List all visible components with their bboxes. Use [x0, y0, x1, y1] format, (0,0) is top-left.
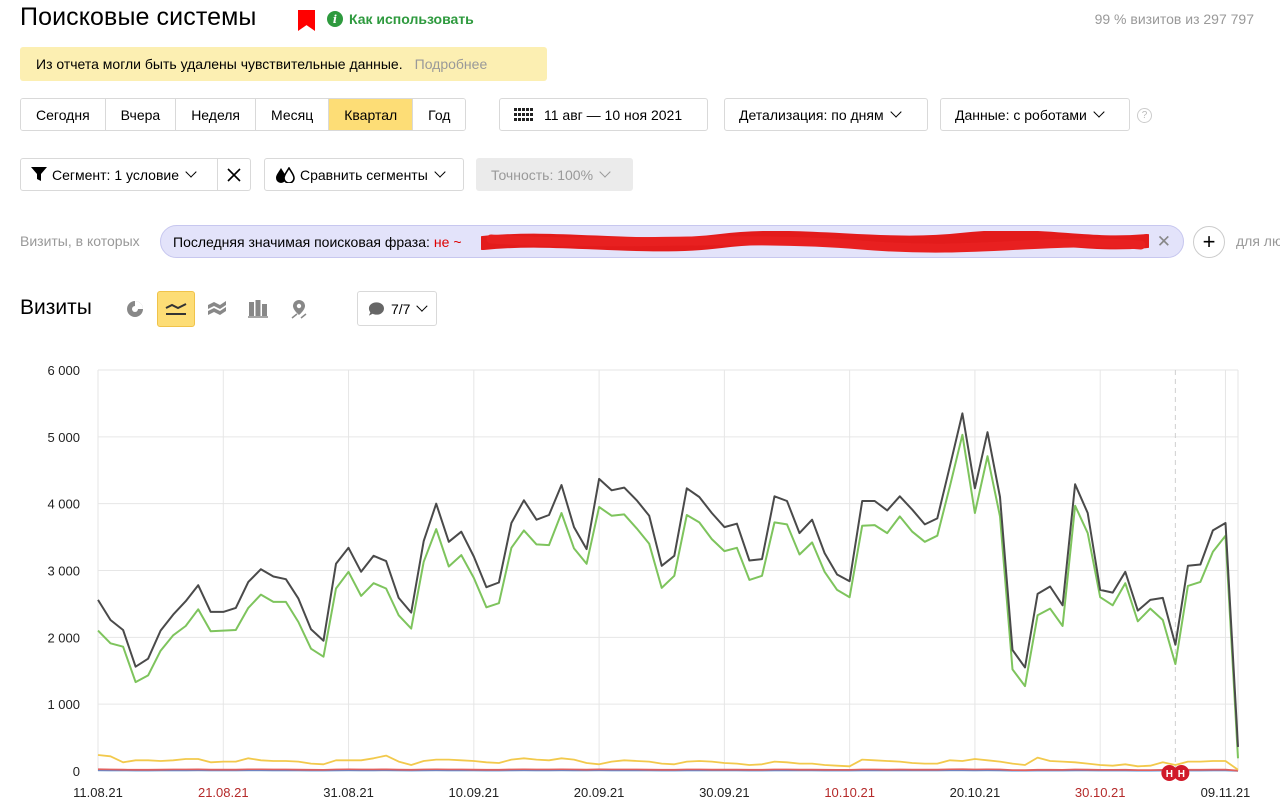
- visits-line-chart: 0 1 000 2 000 3 000 4 000 5 000 6 000 11.08.21 2…: [47, 363, 1251, 800]
- accuracy-label: Точность: 100%: [491, 166, 594, 183]
- how-to-use-link[interactable]: i Как использовать: [327, 11, 474, 27]
- notice-text: Из отчета могли быть удалены чувствитель…: [36, 56, 403, 72]
- clear-segment-button[interactable]: [218, 158, 251, 191]
- x-tick-label: 20.10.21: [950, 785, 1001, 800]
- y-tick-label: 5 000: [47, 430, 80, 445]
- chevron-down-icon: [434, 166, 446, 178]
- map-icon[interactable]: [280, 291, 318, 327]
- period-year[interactable]: Год: [413, 99, 466, 130]
- date-range-button[interactable]: 11 авг — 10 ноя 2021: [499, 98, 708, 131]
- compare-drops-icon: [276, 166, 295, 183]
- how-to-use-label: Как использовать: [349, 11, 474, 27]
- compare-label: Сравнить сегменты: [300, 166, 428, 183]
- y-tick-label: 0: [73, 764, 80, 779]
- compare-segments-dropdown[interactable]: Сравнить сегменты: [264, 158, 464, 191]
- chevron-down-icon: [889, 106, 902, 118]
- comments-count: 7/7: [390, 300, 411, 317]
- help-icon[interactable]: ?: [1137, 108, 1152, 123]
- comments-dropdown[interactable]: 7/7: [357, 291, 437, 326]
- filter-condition: Последняя значимая поисковая фраза:: [173, 233, 430, 250]
- x-tick-label: 30.09.21: [699, 785, 750, 800]
- close-icon: [227, 167, 241, 182]
- add-condition-hint: для лю: [1236, 233, 1280, 249]
- x-tick-label: 31.08.21: [323, 785, 374, 800]
- detail-dropdown[interactable]: Детализация: по дням: [724, 98, 928, 131]
- x-tick-label: 30.10.21: [1075, 785, 1126, 800]
- calendar-icon: [514, 107, 533, 122]
- page-title: Поисковые системы: [20, 3, 257, 31]
- remove-filter-icon[interactable]: ✕: [1157, 232, 1171, 252]
- x-tick-label: 10.10.21: [824, 785, 875, 800]
- series-line-2: [97, 754, 1239, 771]
- y-tick-label: 4 000: [47, 497, 80, 512]
- bar-chart-icon[interactable]: [239, 291, 277, 327]
- filter-condition-pill[interactable]: Последняя значимая поисковая фраза: не ~…: [160, 225, 1184, 258]
- chevron-down-icon: [416, 300, 428, 312]
- series-line-1: [97, 433, 1239, 759]
- filter-prefix: Визиты, в которых: [20, 233, 140, 249]
- chevron-down-icon: [185, 166, 197, 178]
- chevron-down-icon: [599, 166, 611, 178]
- chart-title: Визиты: [20, 296, 92, 319]
- filter-operator: не ~: [433, 233, 462, 250]
- accuracy-dropdown: Точность: 100%: [476, 158, 633, 191]
- x-tick-label: 21.08.21: [198, 785, 249, 800]
- info-icon: i: [327, 11, 343, 27]
- period-month[interactable]: Месяц: [256, 99, 330, 130]
- period-week[interactable]: Неделя: [176, 99, 257, 130]
- x-tick-label: 09.11.21: [1201, 785, 1251, 800]
- data-mode-dropdown[interactable]: Данные: с роботами: [940, 98, 1130, 131]
- period-selector: Сегодня Вчера Неделя Месяц Квартал Год: [20, 98, 467, 131]
- detail-label: Детализация: по дням: [739, 106, 884, 123]
- data-mode-label: Данные: с роботами: [955, 106, 1087, 123]
- notice-more-link[interactable]: Подробнее: [415, 56, 488, 72]
- pie-chart-icon[interactable]: [116, 291, 154, 327]
- segment-dropdown[interactable]: Сегмент: 1 условие: [20, 158, 218, 191]
- chart-type-switcher: [116, 291, 318, 327]
- segment-label: Сегмент: 1 условие: [52, 166, 180, 183]
- filter-icon: [31, 167, 47, 181]
- annotation-label: Н: [1166, 769, 1173, 780]
- bookmark-icon[interactable]: [298, 10, 315, 31]
- period-quarter[interactable]: Квартал: [329, 99, 414, 130]
- line-chart-icon[interactable]: [157, 291, 195, 327]
- y-tick-label: 1 000: [47, 697, 80, 712]
- period-today[interactable]: Сегодня: [21, 99, 106, 130]
- chevron-down-icon: [1093, 106, 1105, 118]
- y-tick-label: 3 000: [47, 564, 80, 579]
- redaction-scribble: [481, 231, 1149, 253]
- y-tick-label: 6 000: [47, 363, 80, 378]
- x-tick-label: 20.09.21: [574, 785, 625, 800]
- annotation-label: Н: [1178, 769, 1185, 780]
- y-tick-label: 2 000: [47, 630, 80, 645]
- area-chart-icon[interactable]: [198, 291, 236, 327]
- date-range-label: 11 авг — 10 ноя 2021: [544, 106, 683, 123]
- period-yesterday[interactable]: Вчера: [105, 99, 177, 130]
- visits-sample-stat: 99 % визитов из 297 797: [1094, 11, 1254, 27]
- x-tick-label: 10.09.21: [449, 785, 500, 800]
- comment-icon: [368, 301, 384, 316]
- sensitive-data-notice: Из отчета могли быть удалены чувствитель…: [20, 47, 547, 81]
- x-tick-label: 11.08.21: [73, 785, 123, 800]
- add-condition-button[interactable]: +: [1193, 226, 1225, 258]
